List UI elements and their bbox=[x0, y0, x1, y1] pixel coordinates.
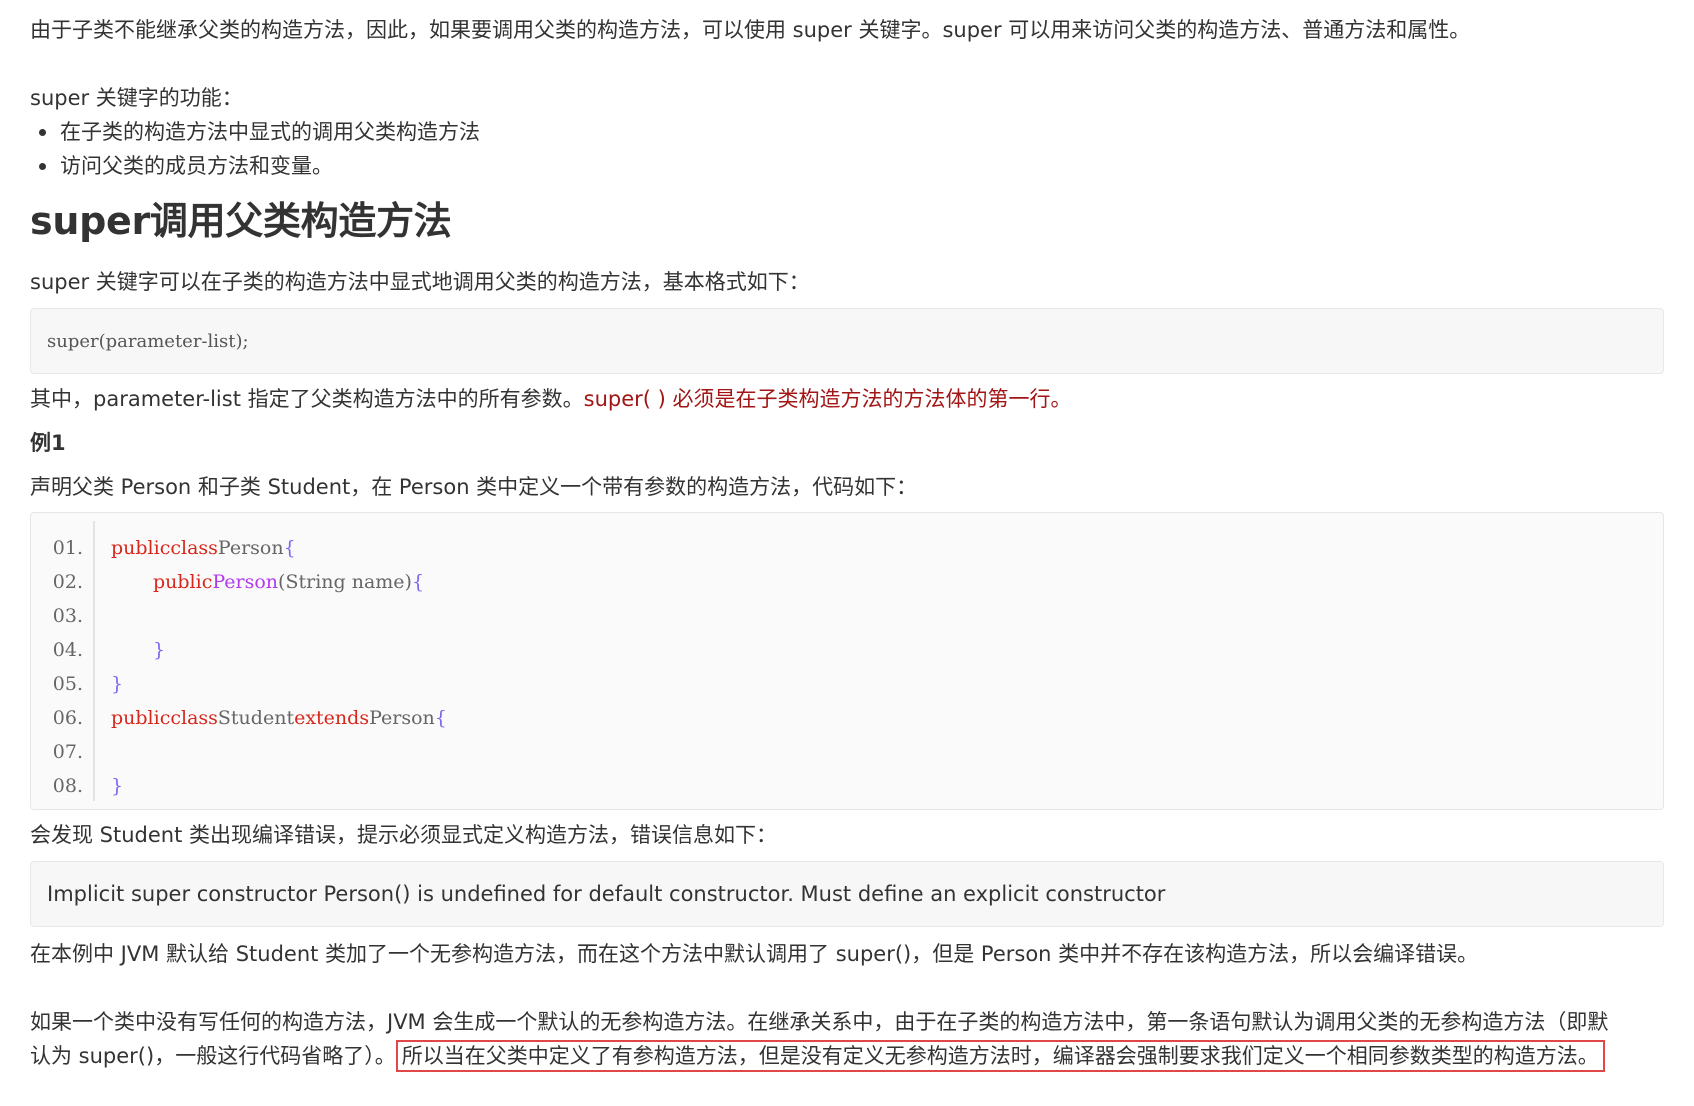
error-message-block: Implicit super constructor Person() is u… bbox=[30, 861, 1664, 927]
bullet-icon bbox=[39, 163, 46, 170]
code-line: 06. public class Student extends Person … bbox=[31, 701, 1663, 735]
syntax-code-block: super(parameter-list); bbox=[30, 308, 1664, 374]
emphasis-note: super( ) 必须是在子类构造方法的方法体的第一行。 bbox=[583, 387, 1072, 411]
syntax-text: super(parameter-list); bbox=[47, 330, 249, 352]
line-number: 06. bbox=[52, 707, 83, 729]
code-block: 01. public class Person { 02. public Per… bbox=[30, 512, 1664, 810]
example-description: 声明父类 Person 和子类 Student，在 Person 类中定义一个带… bbox=[30, 475, 918, 499]
section-subtitle: super 关键字可以在子类的构造方法中显式地调用父类的构造方法，基本格式如下： bbox=[30, 270, 810, 294]
bullet-icon bbox=[39, 129, 46, 136]
line-number: 01. bbox=[52, 537, 83, 559]
section-heading: super调用父类构造方法 bbox=[30, 199, 452, 243]
line-number-divider bbox=[93, 521, 95, 801]
syntax-note: 其中，parameter-list 指定了父类构造方法中的所有参数。super(… bbox=[30, 387, 1072, 411]
code-line: 04. } bbox=[31, 633, 1663, 667]
code-line: 01. public class Person { bbox=[31, 531, 1663, 565]
features-label: super 关键字的功能： bbox=[30, 86, 243, 110]
code-line: 03. bbox=[31, 599, 1663, 633]
line-number: 07. bbox=[52, 741, 83, 763]
error-message: Implicit super constructor Person() is u… bbox=[47, 882, 1166, 906]
jvm-explanation: 在本例中 JVM 默认给 Student 类加了一个无参构造方法，而在这个方法中… bbox=[30, 942, 1479, 966]
line-number: 02. bbox=[52, 571, 83, 593]
intro-paragraph: 由于子类不能继承父类的构造方法，因此，如果要调用父类的构造方法，可以使用 sup… bbox=[30, 18, 1471, 42]
line-number: 04. bbox=[52, 639, 83, 661]
list-item: 在子类的构造方法中显式的调用父类构造方法 bbox=[39, 115, 1664, 149]
code-line: 05. } bbox=[31, 667, 1663, 701]
line-number: 05. bbox=[52, 673, 83, 695]
line-number: 08. bbox=[52, 775, 83, 797]
final-paragraph-line2: 认为 super()，一般这行代码省略了）。 所以当在父类中定义了有参构造方法，但… bbox=[30, 1039, 1664, 1073]
features-list: 在子类的构造方法中显式的调用父类构造方法 访问父类的成员方法和变量。 bbox=[30, 115, 1664, 183]
list-item: 访问父类的成员方法和变量。 bbox=[39, 149, 1664, 183]
code-line: 08. } bbox=[31, 769, 1663, 803]
code-line: 07. bbox=[31, 735, 1663, 769]
code-line: 02. public Person (String name) { bbox=[31, 565, 1663, 599]
line-number: 03. bbox=[52, 605, 83, 627]
example-label: 例1 bbox=[30, 431, 66, 455]
compile-error-intro: 会发现 Student 类出现编译错误，提示必须显式定义构造方法，错误信息如下： bbox=[30, 823, 778, 847]
final-paragraph-line1: 如果一个类中没有写任何的构造方法，JVM 会生成一个默认的无参构造方法。在继承关… bbox=[30, 1010, 1609, 1034]
highlighted-sentence: 所以当在父类中定义了有参构造方法，但是没有定义无参构造方法时，编译器会强制要求我… bbox=[395, 1040, 1605, 1072]
article: 由于子类不能继承父类的构造方法，因此，如果要调用父类的构造方法，可以使用 sup… bbox=[0, 0, 1694, 1106]
